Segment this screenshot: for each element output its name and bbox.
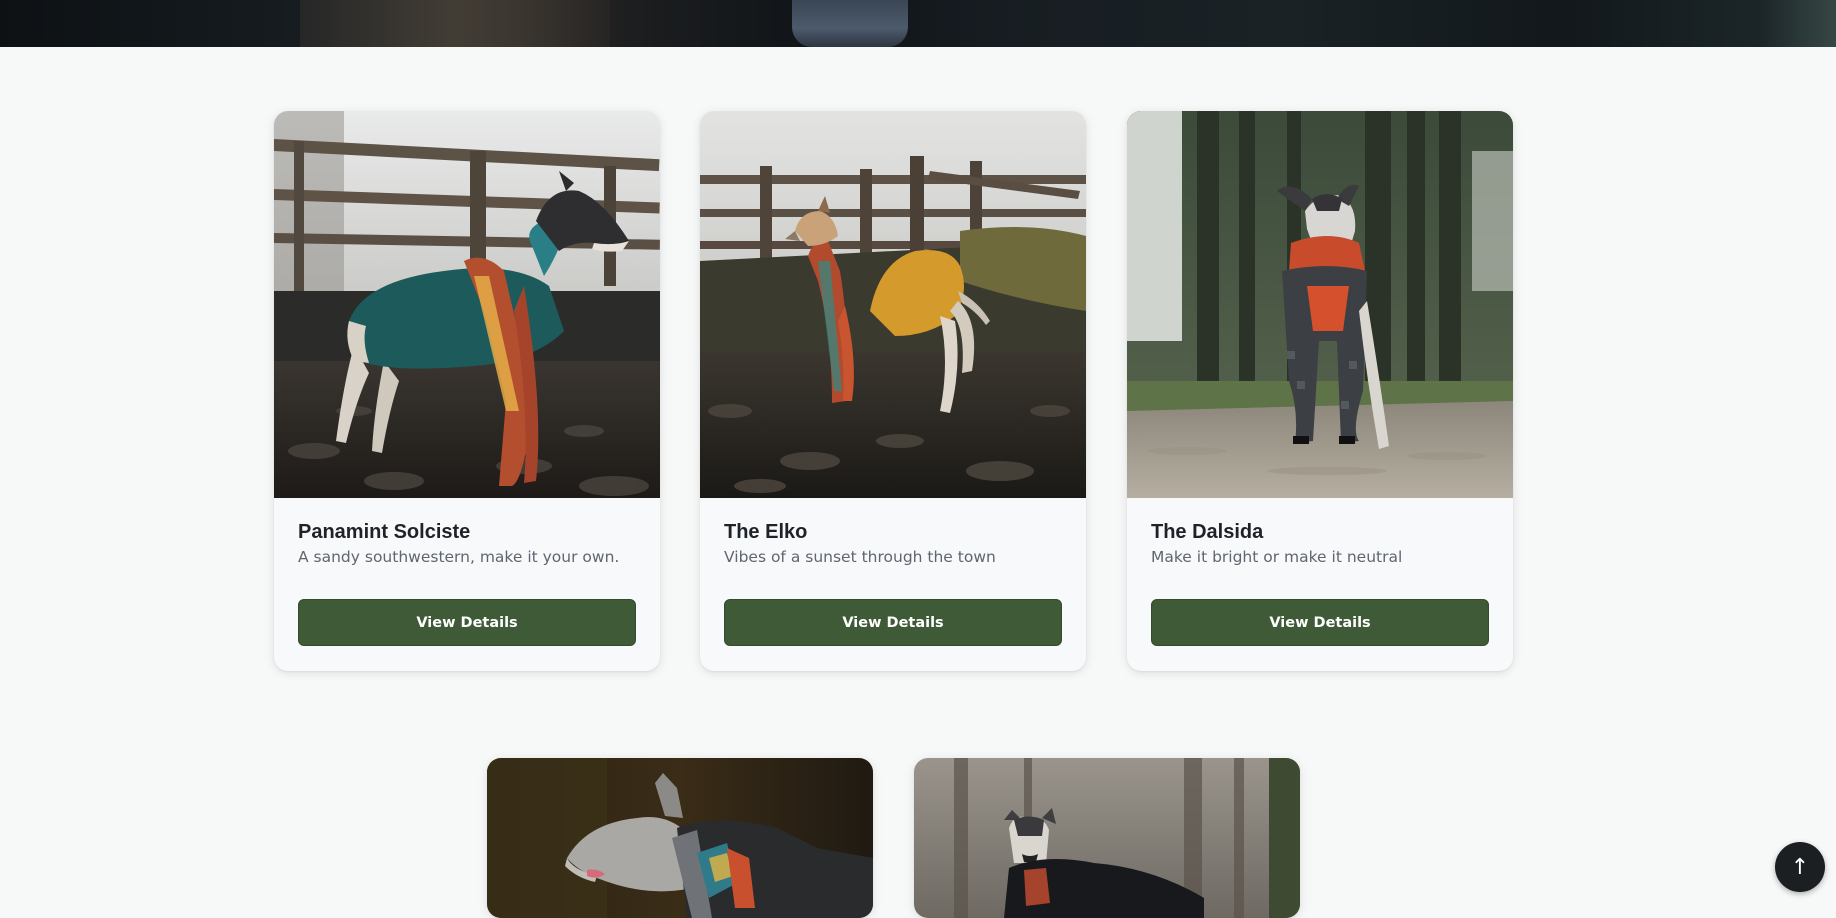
product-subtitle: Make it bright or make it neutral — [1151, 548, 1403, 566]
product-card-the-elko: The Elko Vibes of a sunset through the t… — [700, 111, 1086, 671]
product-photo[interactable] — [487, 758, 873, 918]
view-details-button[interactable]: View Details — [298, 599, 636, 646]
hero-image — [0, 0, 1836, 47]
product-card-the-dalsida: The Dalsida Make it bright or make it ne… — [1127, 111, 1513, 671]
product-photo[interactable] — [274, 111, 660, 498]
product-subtitle: A sandy southwestern, make it your own. — [298, 548, 620, 566]
hero-tree-trunk — [300, 0, 610, 47]
view-details-button[interactable]: View Details — [724, 599, 1062, 646]
hero-foliage — [1760, 0, 1836, 47]
product-photo[interactable] — [700, 111, 1086, 498]
hero-person-legs — [792, 0, 908, 47]
product-title: The Dalsida — [1151, 521, 1264, 543]
product-title: The Elko — [724, 521, 808, 543]
product-photo[interactable] — [1127, 111, 1513, 498]
product-card-panamint-solciste: Panamint Solciste A sandy southwestern, … — [274, 111, 660, 671]
product-card — [914, 758, 1300, 918]
product-photo[interactable] — [914, 758, 1300, 918]
back-to-top-button[interactable]: ↑ — [1775, 842, 1825, 892]
arrow-up-icon: ↑ — [1790, 854, 1810, 880]
product-title: Panamint Solciste — [298, 521, 471, 543]
view-details-button[interactable]: View Details — [1151, 599, 1489, 646]
product-card — [487, 758, 873, 918]
product-subtitle: Vibes of a sunset through the town — [724, 548, 996, 566]
